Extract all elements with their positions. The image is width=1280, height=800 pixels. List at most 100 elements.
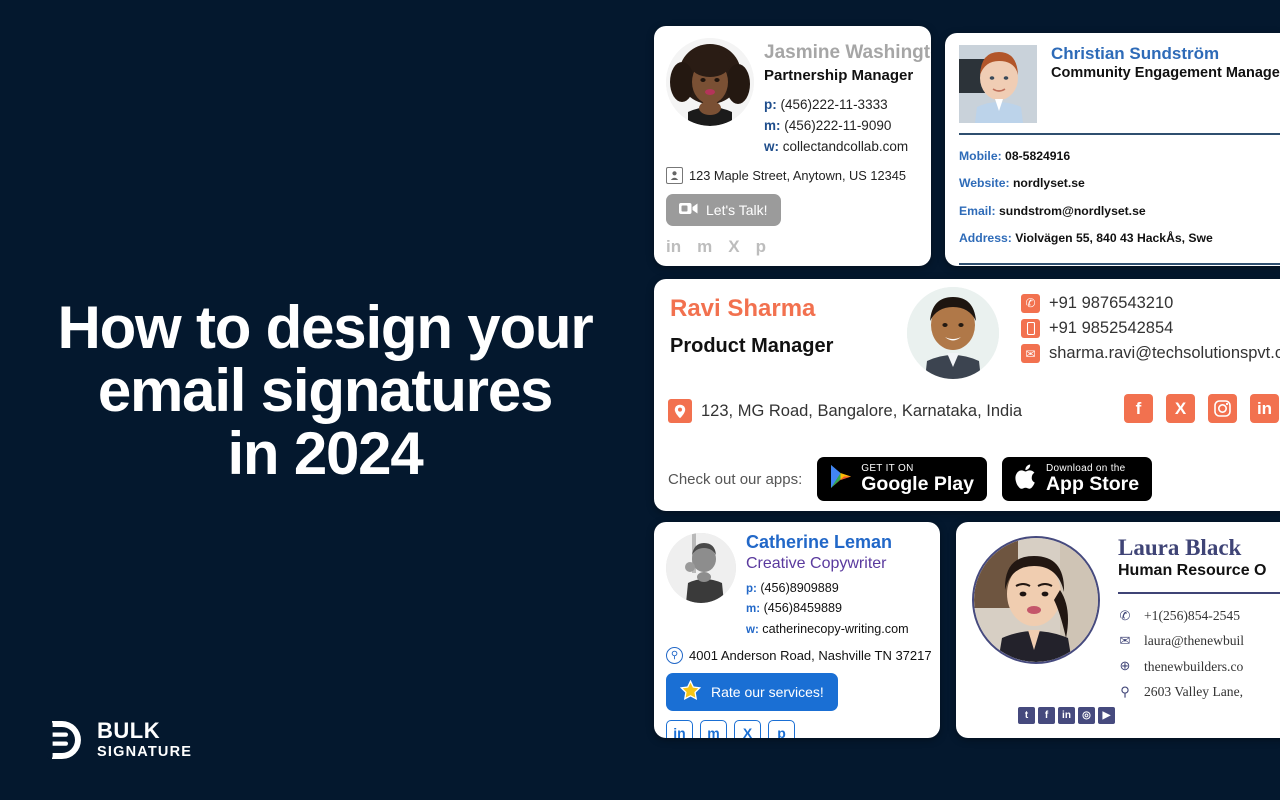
avatar (972, 536, 1100, 664)
website-value[interactable]: catherinecopy-writing.com (762, 622, 908, 636)
lets-talk-button[interactable]: Let's Talk! (666, 194, 781, 227)
contact-name: Laura Black (1118, 535, 1242, 560)
phone-value[interactable]: +91 9876543210 (1049, 291, 1173, 316)
email-label: Email: (959, 203, 996, 218)
signature-card-laura[interactable]: Laura Black Human Resource O ✆ +1(256)85… (956, 522, 1280, 738)
linkedin-icon[interactable]: in (1058, 707, 1075, 724)
location-pin-icon: ⚲ (1120, 683, 1130, 699)
phone-value[interactable]: +1(256)854-2545 (1144, 603, 1240, 628)
website-row: Website: nordlyset.se (959, 170, 1280, 197)
mobile-row: +91 9852542854 (1021, 316, 1280, 341)
contact-details: Mobile: 08-5824916 Website: nordlyset.se… (959, 143, 1280, 253)
x-twitter-icon[interactable]: X (728, 238, 739, 255)
social-links: t f in ◎ ▶ (1018, 707, 1115, 724)
avatar (666, 533, 736, 603)
contact-job-title: Partnership Manager (764, 66, 914, 84)
linkedin-icon[interactable]: in (1250, 394, 1279, 423)
phone-icon: ✆ (1119, 607, 1131, 623)
mobile-row: m: (456)222-11-9090 (764, 115, 917, 136)
twitter-icon[interactable]: t (1018, 707, 1035, 724)
facebook-icon[interactable]: f (1038, 707, 1055, 724)
rate-services-button[interactable]: Rate our services! (666, 672, 838, 711)
contact-details: ✆ +91 9876543210 +91 9852542854 ✉ sharma… (1021, 291, 1280, 366)
brand-logo: BULK SIGNATURE (40, 718, 192, 762)
contact-name: Christian Sundström (1051, 44, 1220, 63)
email-value[interactable]: laura@thenewbuil (1144, 628, 1244, 653)
x-twitter-icon[interactable]: X (1166, 394, 1195, 423)
bulk-signature-circle-icon (47, 721, 81, 760)
google-play-icon (830, 464, 852, 494)
email-icon: ✉ (1119, 632, 1131, 648)
globe-icon: ⊕ (1119, 658, 1131, 674)
website-label: w: (746, 624, 759, 637)
email-value[interactable]: sharma.ravi@techsolutionspvt.c (1049, 341, 1280, 366)
google-play-button[interactable]: GET IT ON Google Play (817, 457, 987, 501)
contact-name: Catherine Leman (746, 532, 893, 552)
facebook-icon[interactable]: f (1124, 394, 1153, 423)
phone-row: ✆ +1(256)854-2545 (1118, 603, 1280, 628)
headline-line-2: email signatures (97, 357, 554, 424)
website-value[interactable]: nordlyset.se (1013, 176, 1085, 190)
apps-label: Check out our apps: (668, 470, 803, 488)
video-camera-icon (679, 202, 698, 218)
signature-card-jasmine[interactable]: Jasmine Washington Partnership Manager p… (654, 26, 931, 266)
address-row: ⚲ 2603 Valley Lane, (1118, 679, 1280, 704)
phone-label: p: (764, 96, 777, 112)
linkedin-icon[interactable]: in (666, 719, 693, 738)
app-store-links: Check out our apps: GET IT ON Google Pla… (668, 457, 1153, 501)
lets-talk-label: Let's Talk! (706, 202, 768, 219)
phone-value[interactable]: (456)222-11-3333 (781, 97, 888, 112)
mobile-value[interactable]: 08-5824916 (1005, 149, 1070, 163)
x-twitter-icon[interactable]: X (734, 719, 761, 738)
address-value: Violvägen 55, 840 43 HackÅs, Swe (1015, 231, 1213, 246)
contact-job-title: Creative Copywriter (746, 554, 887, 572)
website-label: w: (764, 139, 779, 155)
instagram-icon[interactable]: ◎ (1078, 707, 1095, 724)
mobile-label: m: (764, 118, 781, 134)
mobile-label: m: (746, 603, 761, 616)
address-value: 123 Maple Street, Anytown, US 12345 (689, 168, 906, 184)
email-row: Email: sundstrom@nordlyset.se (959, 198, 1280, 225)
phone-value[interactable]: (456)8909889 (760, 581, 838, 595)
mobile-value[interactable]: (456)222-11-9090 (784, 118, 891, 133)
website-value[interactable]: thenewbuilders.co (1144, 654, 1243, 679)
mobile-value[interactable]: +91 9852542854 (1049, 316, 1173, 341)
location-pin-icon (666, 167, 683, 185)
headline-line-1: How to design your (57, 294, 593, 361)
rate-services-label: Rate our services! (711, 683, 824, 700)
mastodon-icon[interactable]: m (697, 238, 712, 255)
address-value: 123, MG Road, Bangalore, Karnataka, Indi… (701, 401, 1023, 420)
divider (1118, 592, 1280, 595)
signature-card-christian[interactable]: Christian Sundström Community Engagement… (945, 33, 1280, 266)
divider-bottom (959, 262, 1280, 265)
website-row: ⊕ thenewbuilders.co (1118, 654, 1280, 679)
linkedin-icon[interactable]: in (666, 238, 681, 255)
social-links: in m X p (666, 238, 917, 255)
address-row: 123, MG Road, Bangalore, Karnataka, Indi… (668, 399, 1022, 423)
website-value[interactable]: collectandcollab.com (783, 139, 908, 154)
location-pin-icon (668, 399, 692, 423)
contact-job-title: Human Resource O (1118, 562, 1267, 580)
email-row: ✉ laura@thenewbuil (1118, 628, 1280, 653)
mobile-value[interactable]: (456)8459889 (764, 601, 842, 615)
google-play-main-label: Google Play (861, 473, 974, 496)
address-label: Address: (959, 231, 1012, 246)
instagram-icon[interactable] (1208, 394, 1237, 423)
mobile-row: Mobile: 08-5824916 (959, 143, 1280, 170)
headline-line-3: in 2024 (227, 420, 423, 487)
phone-row: p: (456)8909889 (746, 578, 928, 599)
signature-card-ravi[interactable]: Ravi Sharma Product Manager ✆ +91 987654… (654, 279, 1280, 511)
pinterest-icon[interactable]: p (756, 238, 766, 255)
pinterest-icon[interactable]: p (768, 719, 795, 738)
email-row: ✉ sharma.ravi@techsolutionspvt.c (1021, 341, 1280, 366)
mobile-label: Mobile: (959, 149, 1002, 163)
mobile-icon (1021, 319, 1040, 339)
signature-card-catherine[interactable]: Catherine Leman Creative Copywriter p: (… (654, 522, 940, 738)
app-store-button[interactable]: Download on the App Store (1001, 457, 1153, 501)
mobile-row: m: (456)8459889 (746, 598, 928, 619)
youtube-icon[interactable]: ▶ (1098, 707, 1115, 724)
mastodon-icon[interactable]: m (700, 719, 727, 738)
page-title: How to design your email signatures in 2… (0, 296, 650, 485)
divider-top (959, 133, 1280, 135)
email-value[interactable]: sundstrom@nordlyset.se (999, 204, 1146, 218)
